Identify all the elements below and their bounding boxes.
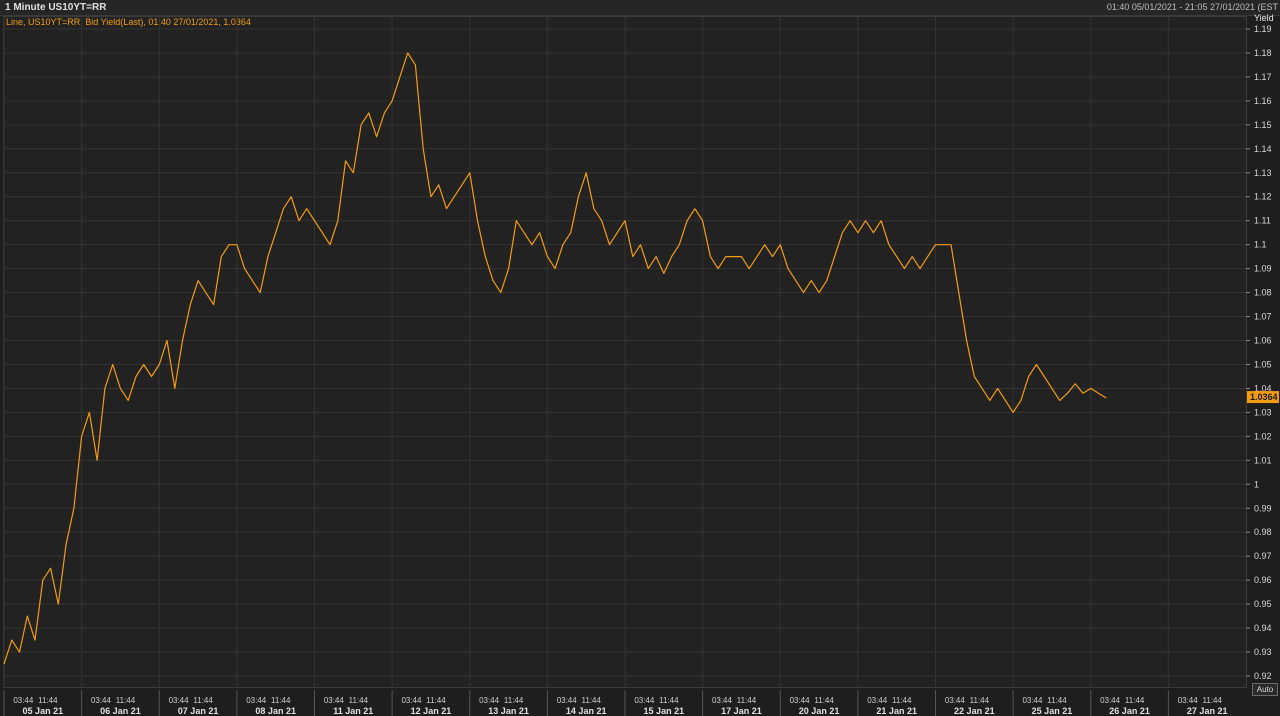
y-tick-label: 1.16 <box>1254 96 1272 106</box>
y-tick-label: 0.95 <box>1254 599 1272 609</box>
y-tick-label: 1.02 <box>1254 431 1272 441</box>
y-tick-label: 1.14 <box>1254 144 1272 154</box>
y-tick-label: 0.97 <box>1254 551 1272 561</box>
x-day-label: 12 Jan 21 <box>411 706 452 716</box>
x-time-label: 03:44 <box>790 696 811 705</box>
x-time-label: 11:44 <box>1125 696 1145 705</box>
x-time-label: 03:44 <box>169 696 190 705</box>
x-time-label: 03:44 <box>634 696 655 705</box>
x-time-label: 11:44 <box>814 696 834 705</box>
x-day-label: 25 Jan 21 <box>1032 706 1073 716</box>
x-time-label: 03:44 <box>246 696 267 705</box>
x-time-label: 11:44 <box>892 696 912 705</box>
x-day-label: 15 Jan 21 <box>644 706 685 716</box>
y-tick-label: 1.13 <box>1254 168 1272 178</box>
y-tick-label: 1.03 <box>1254 407 1272 417</box>
x-time-label: 03:44 <box>1100 696 1121 705</box>
x-time-label: 11:44 <box>349 696 369 705</box>
x-day-label: 06 Jan 21 <box>100 706 141 716</box>
y-tick-label: 1.09 <box>1254 264 1272 274</box>
y-tick-label: 1.08 <box>1254 288 1272 298</box>
x-day-label: 08 Jan 21 <box>255 706 296 716</box>
x-time-label: 11:44 <box>271 696 291 705</box>
y-tick-label: 1.15 <box>1254 120 1272 130</box>
x-time-label: 03:44 <box>1178 696 1199 705</box>
x-day-label: 22 Jan 21 <box>954 706 995 716</box>
y-tick-label: 1.01 <box>1254 455 1272 465</box>
x-time-label: 03:44 <box>13 696 34 705</box>
x-time-label: 03:44 <box>479 696 500 705</box>
x-day-label: 26 Jan 21 <box>1109 706 1150 716</box>
last-value-label: 1.0364 <box>1250 392 1278 402</box>
x-time-label: 11:44 <box>582 696 602 705</box>
x-time-label: 11:44 <box>659 696 679 705</box>
y-tick-label: 1 <box>1254 479 1259 489</box>
x-day-label: 21 Jan 21 <box>876 706 917 716</box>
chart-svg[interactable]: 0.92 0.93 0.94 0.95 0.96 0.97 0.98 0.99 1 1.01 1.0… <box>0 0 1280 716</box>
x-time-label: 03:44 <box>1022 696 1043 705</box>
y-tick-label: 0.93 <box>1254 647 1272 657</box>
y-tick-label: 1.17 <box>1254 72 1272 82</box>
x-day-label: 20 Jan 21 <box>799 706 840 716</box>
x-time-label: 11:44 <box>737 696 757 705</box>
y-tick-label: 1.12 <box>1254 192 1272 202</box>
x-time-label: 11:44 <box>1047 696 1067 705</box>
series-line <box>3 52 1107 665</box>
y-tick-label: 1.18 <box>1254 48 1272 58</box>
y-tick-label: 0.96 <box>1254 575 1272 585</box>
y-tick-label: 0.92 <box>1254 671 1272 681</box>
x-time-label: 03:44 <box>945 696 966 705</box>
x-time-label: 03:44 <box>557 696 578 705</box>
auto-scale-button[interactable]: Auto <box>1252 683 1278 696</box>
y-tick-label: 0.98 <box>1254 527 1272 537</box>
y-axis-label: Yield <box>1254 13 1274 23</box>
x-day-label: 14 Jan 21 <box>566 706 607 716</box>
y-tick-label: 0.94 <box>1254 623 1272 633</box>
x-time-label: 11:44 <box>38 696 58 705</box>
x-time-label: 11:44 <box>116 696 136 705</box>
x-time-label: 03:44 <box>401 696 422 705</box>
x-day-label: 13 Jan 21 <box>488 706 529 716</box>
x-time-label: 03:44 <box>91 696 112 705</box>
x-time-label: 11:44 <box>504 696 524 705</box>
x-day-label: 17 Jan 21 <box>721 706 762 716</box>
x-time-label: 03:44 <box>324 696 345 705</box>
x-day-label: 05 Jan 21 <box>23 706 64 716</box>
x-day-label: 27 Jan 21 <box>1187 706 1228 716</box>
x-time-label: 11:44 <box>193 696 213 705</box>
y-tick-label: 1.05 <box>1254 359 1272 369</box>
y-tick-label: 1.11 <box>1254 216 1271 226</box>
y-tick-label: 1.19 <box>1254 24 1272 34</box>
x-time-label: 03:44 <box>867 696 888 705</box>
x-time-label: 03:44 <box>712 696 733 705</box>
x-time-label: 11:44 <box>426 696 446 705</box>
y-tick-label: 1.06 <box>1254 336 1272 346</box>
y-tick-label: 1.1 <box>1254 240 1267 250</box>
x-day-label: 11 Jan 21 <box>333 706 373 716</box>
y-tick-label: 0.99 <box>1254 503 1272 513</box>
x-time-label: 11:44 <box>970 696 990 705</box>
x-time-label: 11:44 <box>1203 696 1223 705</box>
y-tick-label: 1.07 <box>1254 312 1272 322</box>
x-day-label: 07 Jan 21 <box>178 706 219 716</box>
